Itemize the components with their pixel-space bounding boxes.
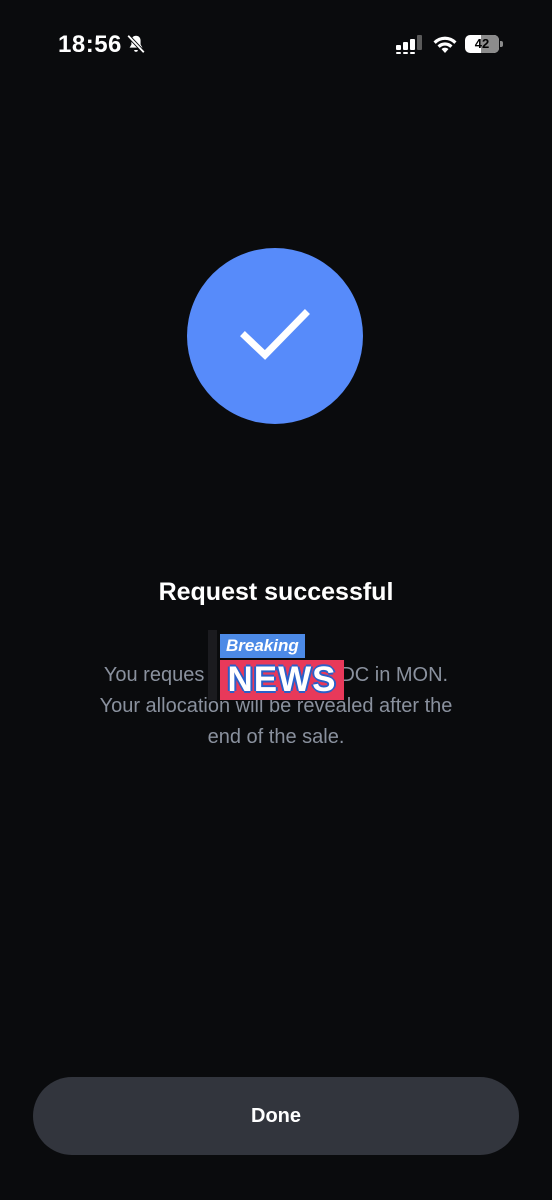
- success-circle: [187, 248, 363, 424]
- done-button[interactable]: Done: [33, 1077, 519, 1155]
- checkmark-icon: [240, 309, 310, 360]
- message-line-1-start: You reques: [103, 664, 205, 686]
- breaking-news-sticker: Breaking NEWS: [208, 630, 344, 700]
- battery-icon: 42: [465, 35, 499, 53]
- cellular-signal-icon: [396, 35, 422, 54]
- news-sticker-bar: [208, 630, 217, 700]
- news-main-label: NEWS: [220, 660, 344, 700]
- status-bar: 18:56 42: [0, 0, 552, 90]
- message-line-3: end of the sale.: [207, 726, 345, 748]
- page-title: Request successful: [158, 578, 394, 606]
- battery-nub: [500, 41, 503, 47]
- message-line-1-end: DC in MON.: [340, 664, 449, 686]
- bell-slash-icon: [126, 34, 146, 54]
- news-breaking-label: Breaking: [220, 634, 305, 658]
- status-time: 18:56: [58, 31, 122, 58]
- battery-level: 42: [474, 36, 490, 51]
- wifi-icon: [433, 36, 457, 53]
